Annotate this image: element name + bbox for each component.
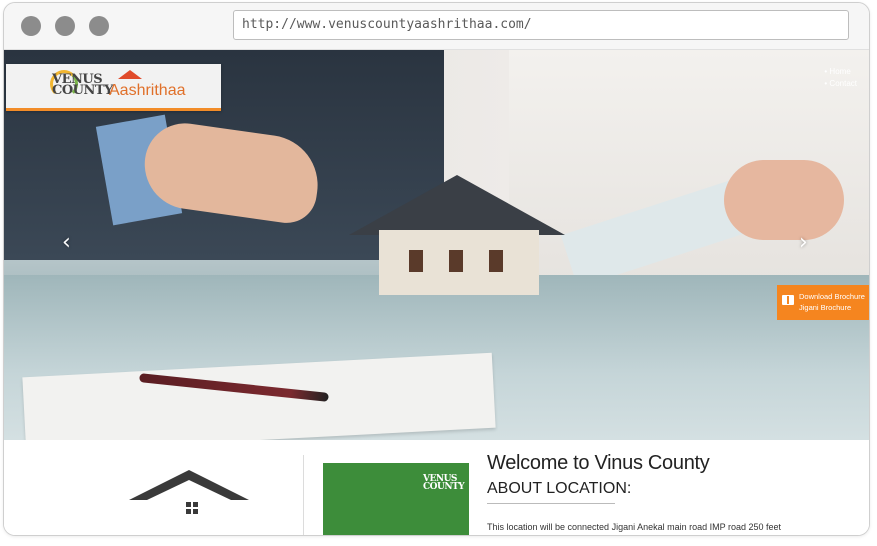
book-icon: [782, 295, 794, 305]
hero-carousel: VENUS COUNTY Aashrithaa Home Contact ‹ ›…: [4, 50, 869, 440]
download-brochure-button[interactable]: Download Brochure Jigani Brochure: [777, 285, 869, 320]
heading-underline: [487, 503, 615, 504]
nav-item-home[interactable]: Home: [824, 66, 857, 78]
brochure-line-2: Jigani Brochure: [799, 303, 852, 312]
nav-item-contact[interactable]: Contact: [824, 78, 857, 90]
brochure-line-1: Download Brochure: [799, 292, 865, 301]
browser-toolbar: http://www.venuscountyaashrithaa.com/: [4, 3, 869, 50]
content-section: VENUS COUNTY Welcome to Vinus County ABO…: [4, 440, 869, 535]
house-window: [409, 250, 423, 272]
hero-hand-right: [724, 160, 844, 240]
house-window: [489, 250, 503, 272]
browser-window: http://www.venuscountyaashrithaa.com/ VE…: [3, 2, 870, 536]
house-window-icon: [186, 502, 198, 514]
house-roof-icon-inner: [147, 480, 231, 500]
window-minimize-dot[interactable]: [55, 16, 75, 36]
about-text: This location will be connected Jigani A…: [487, 522, 782, 532]
site-logo[interactable]: VENUS COUNTY Aashrithaa: [6, 64, 221, 111]
house-roof: [349, 175, 565, 235]
top-nav: Home Contact: [824, 66, 857, 90]
hero-house-model: [349, 175, 565, 295]
logo-venus-text: VENUS COUNTY: [52, 72, 113, 98]
welcome-title: Welcome to Vinus County: [487, 452, 710, 474]
logo-roof-icon: [118, 70, 142, 79]
chevron-right-icon[interactable]: ›: [799, 230, 808, 255]
web-page: VENUS COUNTY Aashrithaa Home Contact ‹ ›…: [4, 50, 869, 535]
logo-aashrithaa-text: Aashrithaa: [109, 82, 186, 99]
address-bar[interactable]: http://www.venuscountyaashrithaa.com/: [233, 10, 849, 40]
house-window: [449, 250, 463, 272]
window-close-dot[interactable]: [21, 16, 41, 36]
section-divider: [303, 455, 304, 535]
about-heading: ABOUT LOCATION:: [487, 480, 632, 497]
window-maximize-dot[interactable]: [89, 16, 109, 36]
thumbnail-logo: VENUS COUNTY: [423, 474, 465, 492]
brochure-thumbnail[interactable]: VENUS COUNTY: [323, 463, 469, 535]
chevron-left-icon[interactable]: ‹: [62, 230, 71, 255]
